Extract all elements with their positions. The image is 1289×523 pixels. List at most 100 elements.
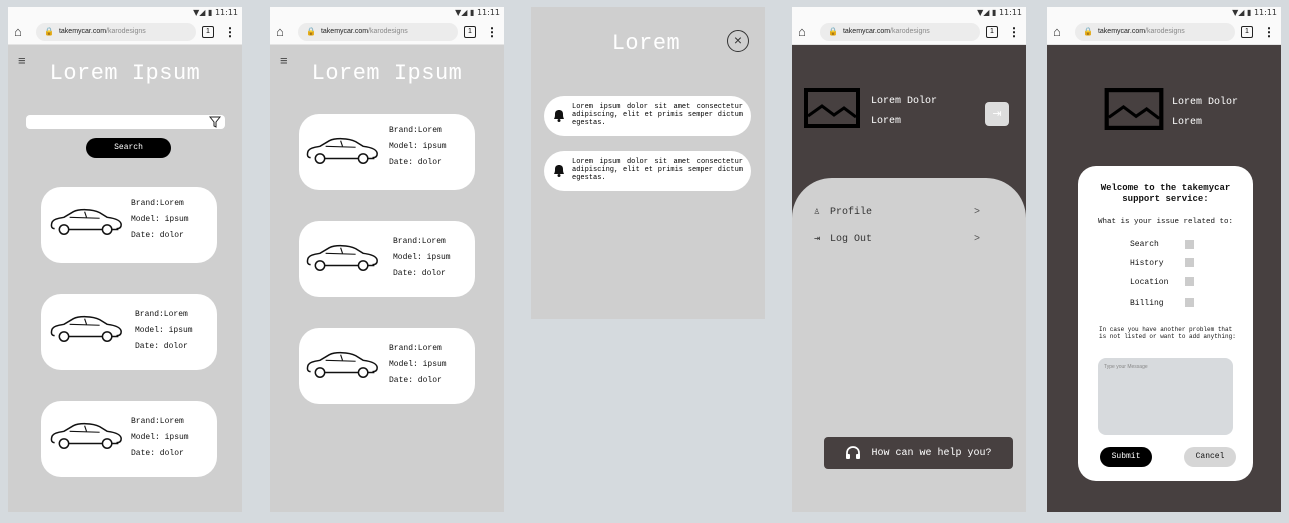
car-card[interactable]: Brand:Lorem Model: ipsum Date: dolor (41, 294, 217, 370)
search-button[interactable]: Search (86, 138, 171, 158)
support-question: What is your issue related to: (1097, 218, 1234, 226)
car-brand: Brand:Lorem (389, 344, 442, 353)
home-icon[interactable]: ⌂ (14, 24, 30, 39)
lock-icon: 🔒 (828, 27, 838, 36)
chevron-right-icon: > (974, 233, 981, 245)
home-icon[interactable]: ⌂ (798, 24, 814, 39)
lock-icon: 🔒 (1083, 27, 1093, 36)
car-card[interactable]: Brand:Lorem Model: ipsum Date: dolor (299, 328, 475, 404)
lock-icon: 🔒 (306, 27, 316, 36)
car-brand: Brand:Lorem (389, 126, 442, 135)
car-model: Model: ipsum (389, 360, 447, 369)
url-field[interactable]: 🔒 takemycar.com/karodesigns (298, 22, 458, 41)
checkbox-billing[interactable] (1185, 298, 1194, 307)
page-title: Lorem Ipsum (311, 61, 463, 86)
notification-text: Lorem ipsum dolor sit amet consectetur a… (572, 158, 743, 182)
filter-icon[interactable] (209, 116, 221, 128)
tabs-count-button[interactable]: 1 (202, 25, 214, 38)
browser-bar: ⌂ 🔒 takemycar.com/karodesigns 1 ⋮ (1047, 19, 1281, 45)
status-bar: ▼◢ ▮ 11:11 (8, 7, 242, 19)
help-label: How can we help you? (871, 447, 992, 459)
option-label-search: Search (1130, 240, 1159, 249)
message-textarea[interactable]: Type your Message (1098, 358, 1233, 435)
screen-notifications: Lorem × Lorem ipsum dolor sit amet conse… (531, 7, 765, 319)
help-button[interactable]: How can we help you? (824, 437, 1013, 469)
status-time: 11:11 (1253, 8, 1277, 17)
car-date: Date: dolor (389, 158, 442, 167)
logout-icon: ⇥ (814, 234, 821, 245)
submit-button[interactable]: Submit (1100, 447, 1152, 467)
status-bar: ▼◢ ▮ 11:11 (1047, 7, 1281, 19)
user-subtitle: Lorem (1172, 117, 1203, 128)
more-menu-icon[interactable]: ⋮ (1263, 25, 1275, 39)
option-label-billing: Billing (1130, 299, 1164, 308)
image-placeholder-icon (804, 88, 860, 128)
user-icon: ♙ (814, 207, 821, 218)
car-model: Model: ipsum (135, 326, 193, 335)
checkbox-search[interactable] (1185, 240, 1194, 249)
bell-icon (554, 165, 564, 177)
menu-item-profile[interactable]: ♙ Profile > (814, 206, 1004, 219)
car-icon (49, 314, 124, 344)
tabs-count-button[interactable]: 1 (986, 25, 998, 38)
car-date: Date: dolor (131, 449, 184, 458)
more-menu-icon[interactable]: ⋮ (1008, 25, 1020, 39)
screen-support: ▼◢ ▮ 11:11 ⌂ 🔒 takemycar.com/karodesigns … (1047, 7, 1281, 512)
car-date: Date: dolor (389, 376, 442, 385)
status-bar: ▼◢ ▮ 11:11 (792, 7, 1026, 19)
home-icon[interactable]: ⌂ (276, 24, 292, 39)
search-input[interactable] (26, 115, 225, 129)
checkbox-history[interactable] (1185, 258, 1194, 267)
support-modal: Welcome to the takemycar support service… (1078, 166, 1253, 481)
car-card[interactable]: Brand:Lorem Model: ipsum Date: dolor (41, 187, 217, 263)
car-model: Model: ipsum (389, 142, 447, 151)
browser-bar: ⌂ 🔒 takemycar.com/karodesigns 1 ⋮ (270, 19, 504, 45)
car-card[interactable]: Brand:Lorem Model: ipsum Date: dolor (41, 401, 217, 477)
user-name: Lorem Dolor (1172, 97, 1239, 108)
url-field[interactable]: 🔒 takemycar.com/karodesigns (1075, 22, 1235, 41)
support-welcome: Welcome to the takemycar support service… (1100, 183, 1231, 204)
notification-item[interactable]: Lorem ipsum dolor sit amet consectetur a… (544, 151, 751, 191)
menu-item-label: Log Out (830, 233, 873, 245)
other-problem-text: In case you have another problem that is… (1099, 326, 1236, 340)
cancel-button[interactable]: Cancel (1184, 447, 1236, 467)
car-model: Model: ipsum (393, 253, 451, 262)
tabs-count-button[interactable]: 1 (1241, 25, 1253, 38)
chevron-right-icon: > (974, 206, 981, 218)
notification-text: Lorem ipsum dolor sit amet consectetur a… (572, 103, 743, 127)
checkbox-location[interactable] (1185, 277, 1194, 286)
url-field[interactable]: 🔒 takemycar.com/karodesigns (36, 22, 196, 41)
notification-item[interactable]: Lorem ipsum dolor sit amet consectetur a… (544, 96, 751, 136)
car-model: Model: ipsum (131, 433, 189, 442)
headset-icon (846, 446, 861, 459)
status-time: 11:11 (214, 8, 238, 17)
car-date: Date: dolor (135, 342, 188, 351)
page-title: Lorem Ipsum (49, 61, 201, 86)
url-field[interactable]: 🔒 takemycar.com/karodesigns (820, 22, 980, 41)
status-time: 11:11 (476, 8, 500, 17)
car-brand: Brand:Lorem (131, 199, 184, 208)
car-date: Date: dolor (131, 231, 184, 240)
home-icon[interactable]: ⌂ (1053, 24, 1069, 39)
car-date: Date: dolor (393, 269, 446, 278)
more-menu-icon[interactable]: ⋮ (224, 25, 236, 39)
car-icon (305, 243, 380, 273)
logout-icon[interactable]: ⇥ (985, 102, 1009, 126)
car-card[interactable]: Brand:Lorem Model: ipsum Date: dolor (299, 114, 475, 190)
option-label-history: History (1130, 259, 1164, 268)
menu-item-logout[interactable]: ⇥ Log Out > (814, 233, 1004, 246)
menu-item-label: Profile (830, 206, 873, 218)
car-brand: Brand:Lorem (131, 417, 184, 426)
car-brand: Brand:Lorem (135, 310, 188, 319)
lock-icon: 🔒 (44, 27, 54, 36)
option-label-location: Location (1130, 278, 1169, 287)
car-icon (49, 421, 124, 451)
bell-icon (554, 110, 564, 122)
menu-sheet: ♙ Profile > ⇥ Log Out > How can we help yo… (792, 178, 1026, 512)
status-bar: ▼◢ ▮ 11:11 (270, 7, 504, 19)
close-icon[interactable]: × (727, 30, 749, 52)
car-card[interactable]: Brand:Lorem Model: ipsum Date: dolor (299, 221, 475, 297)
more-menu-icon[interactable]: ⋮ (486, 25, 498, 39)
browser-bar: ⌂ 🔒 takemycar.com/karodesigns 1 ⋮ (792, 19, 1026, 45)
tabs-count-button[interactable]: 1 (464, 25, 476, 38)
